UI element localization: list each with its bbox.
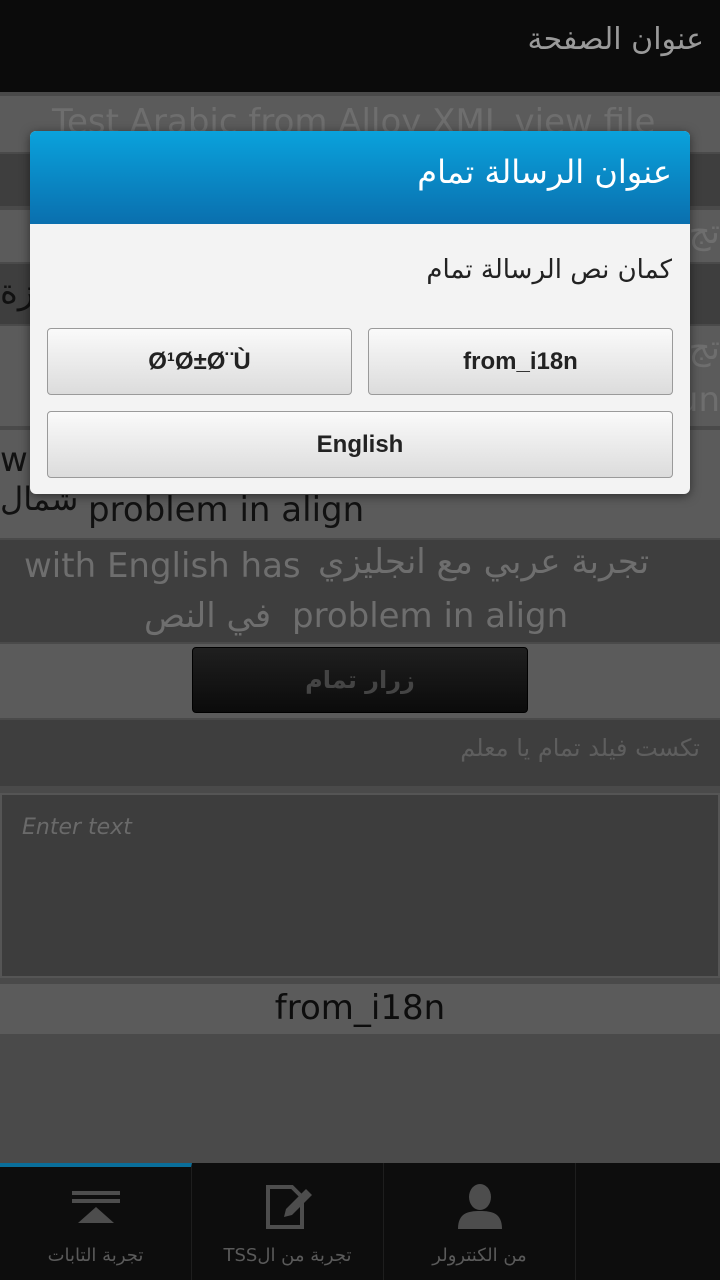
dialog-header: عنوان الرسالة تمام	[30, 131, 690, 224]
dialog-i18n-button[interactable]: from_i18n	[368, 328, 673, 395]
dialog-english-button[interactable]: English	[47, 411, 673, 478]
dialog-title: عنوان الرسالة تمام	[417, 153, 672, 191]
alert-dialog: عنوان الرسالة تمام كمان نص الرسالة تمام …	[30, 131, 690, 494]
dialog-garbled-button[interactable]: Ø¹Ø±Ø¨Ù	[47, 328, 352, 395]
dialog-message: كمان نص الرسالة تمام	[426, 255, 672, 285]
